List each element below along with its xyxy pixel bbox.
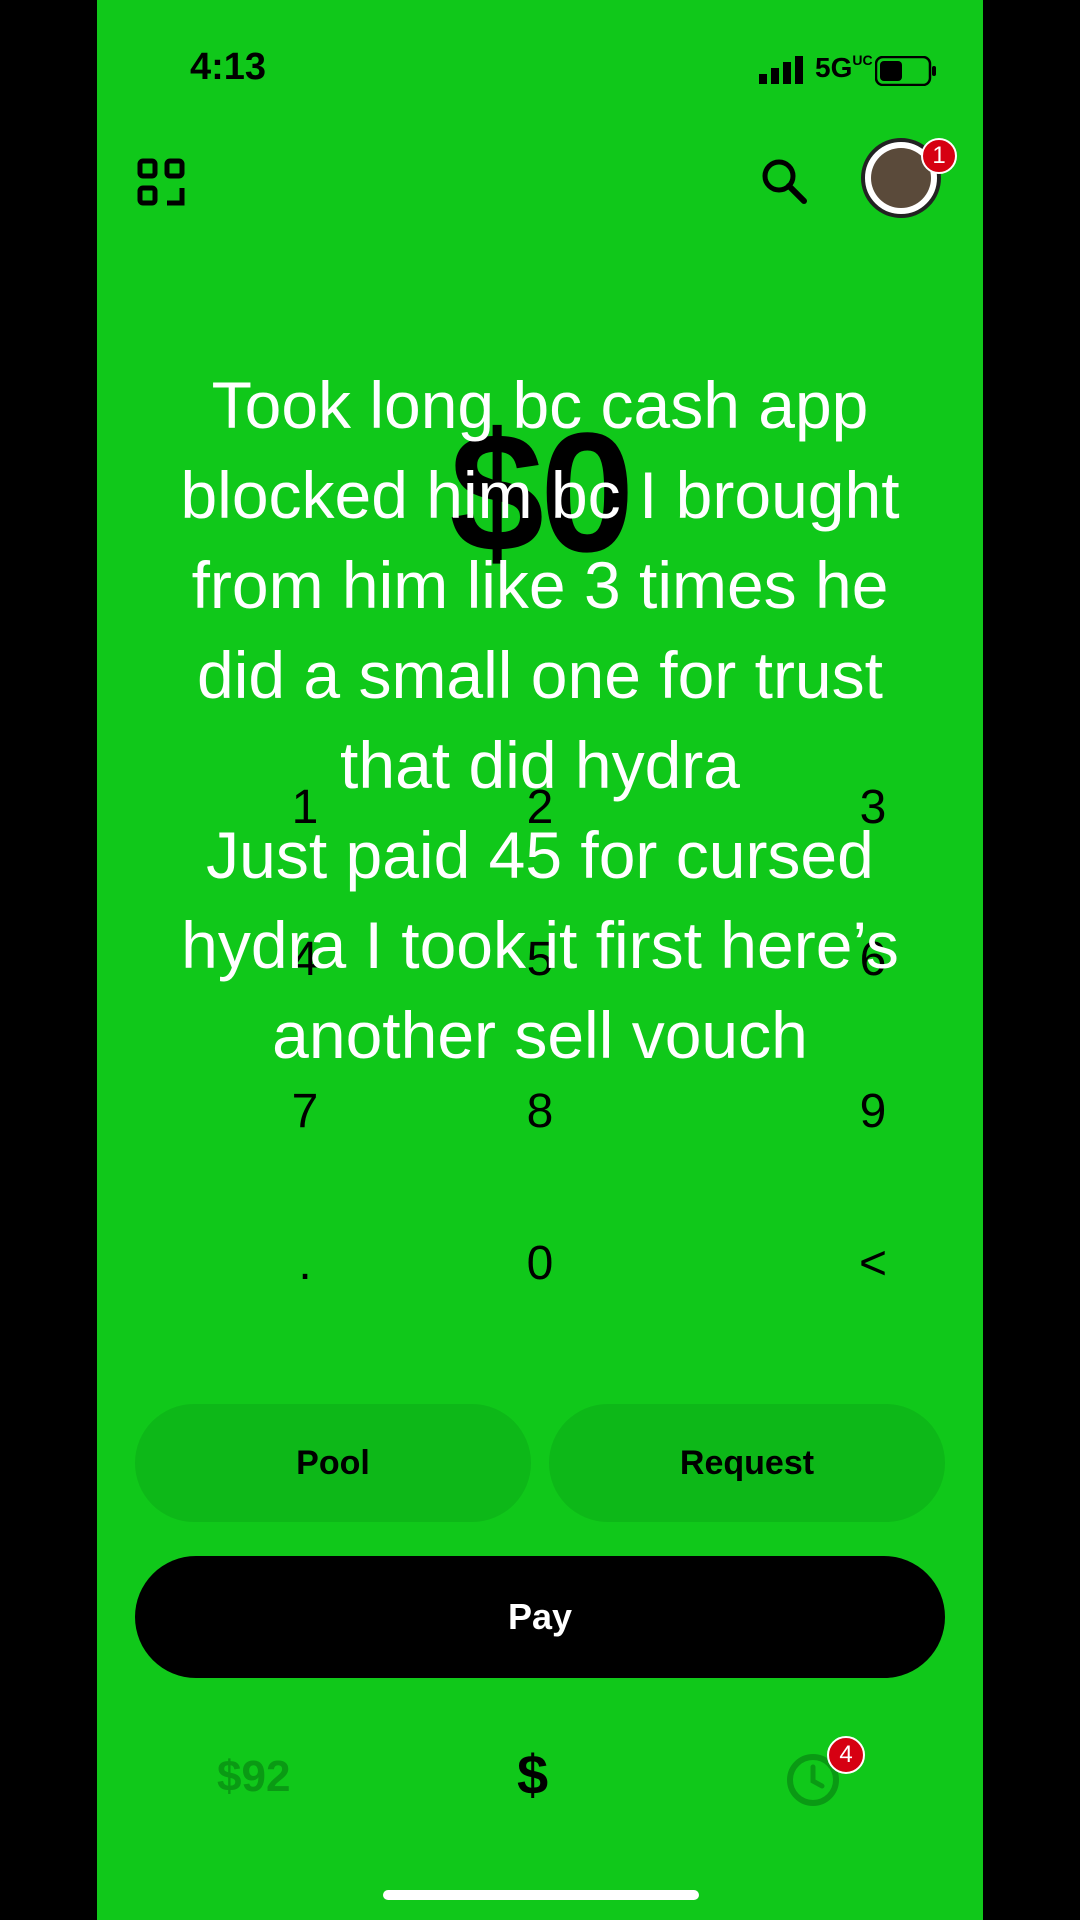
activity-badge: 4 <box>827 1736 865 1774</box>
network-label: 5GUC <box>815 52 873 83</box>
home-indicator <box>383 1890 699 1900</box>
key-2[interactable]: 2 <box>480 780 600 835</box>
key-0[interactable]: 0 <box>480 1236 600 1291</box>
battery-icon <box>875 56 936 86</box>
key-backspace[interactable]: < <box>813 1236 933 1291</box>
pay-button[interactable]: Pay <box>135 1556 945 1678</box>
key-decimal[interactable]: . <box>245 1236 365 1291</box>
qr-scan-icon[interactable] <box>137 158 185 206</box>
nav-pay-tab[interactable]: $ <box>517 1742 548 1807</box>
key-4[interactable]: 4 <box>245 932 365 987</box>
profile-notification-badge: 1 <box>921 138 957 174</box>
caption-line: did a small one for trust <box>197 638 883 712</box>
caption-line: another sell vouch <box>272 998 808 1072</box>
key-7[interactable]: 7 <box>245 1084 365 1139</box>
amount-display: $0 <box>449 398 634 588</box>
status-time: 4:13 <box>190 46 267 88</box>
key-5[interactable]: 5 <box>480 932 600 987</box>
request-button[interactable]: Request <box>549 1404 945 1522</box>
key-1[interactable]: 1 <box>245 780 365 835</box>
key-9[interactable]: 9 <box>813 1084 933 1139</box>
key-3[interactable]: 3 <box>813 780 933 835</box>
signal-icon <box>759 56 803 84</box>
key-6[interactable]: 6 <box>813 932 933 987</box>
nav-balance-tab[interactable]: $92 <box>217 1752 290 1802</box>
search-icon[interactable] <box>761 158 807 204</box>
key-8[interactable]: 8 <box>480 1084 600 1139</box>
cash-app-screen: 4:13 5GUC 1 $0 1 2 3 4 5 6 7 8 9 . 0 < P… <box>97 0 983 1920</box>
pool-button[interactable]: Pool <box>135 1404 531 1522</box>
